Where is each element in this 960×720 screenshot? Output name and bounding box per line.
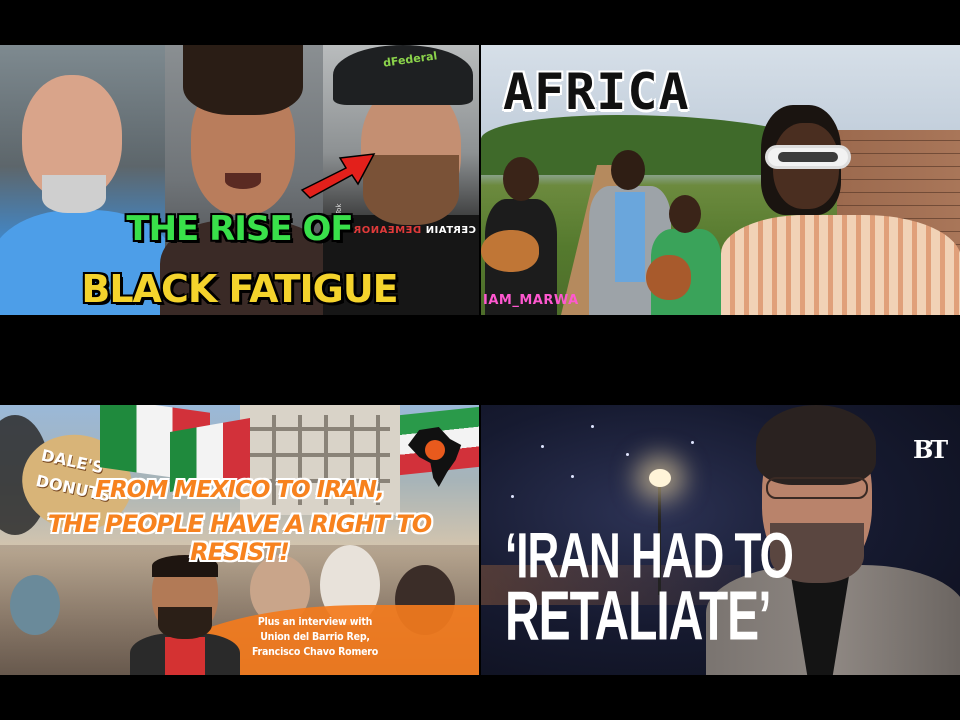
thumbnail-title-line1: THE RISE OF — [126, 209, 353, 249]
headline-line2: THE PEOPLE HAVE A RIGHT TO RESIST! — [47, 510, 432, 566]
video-thumbnail-grid: dFederal CERTAIN DEMEANOR TikTok THE RIS… — [0, 0, 960, 720]
chicken — [646, 255, 691, 300]
headline-line1: FROM MEXICO TO IRAN, — [95, 477, 385, 503]
host-photo — [721, 105, 960, 315]
thumbnail-title-line2: BLACK FATIGUE — [81, 267, 398, 311]
subtitle: Plus an interview with Union del Barrio … — [251, 616, 379, 659]
street-lamp — [649, 469, 671, 487]
thumbnail-title: AFRICA — [503, 63, 690, 121]
red-arrow-icon — [300, 153, 376, 199]
channel-handle: IAM_MARWA — [483, 293, 579, 308]
bt-logo: BT — [913, 435, 948, 464]
video-thumbnail-right-to-resist[interactable]: DALE'S DONUTS FROM MEXICO TO IRAN, THE P… — [0, 405, 479, 675]
quote-line2: RETALIATE’ — [505, 578, 772, 656]
video-thumbnail-iran-had-to-retaliate[interactable]: BT ‘IRAN HAD TO RETALIATE’ — [481, 405, 960, 675]
flame-icon — [425, 440, 445, 460]
video-thumbnail-africa[interactable]: AFRICA IAM_MARWA — [481, 45, 960, 315]
chicken — [481, 230, 539, 272]
video-thumbnail-black-fatigue[interactable]: dFederal CERTAIN DEMEANOR TikTok THE RIS… — [0, 45, 479, 315]
guest-photo — [130, 555, 240, 675]
